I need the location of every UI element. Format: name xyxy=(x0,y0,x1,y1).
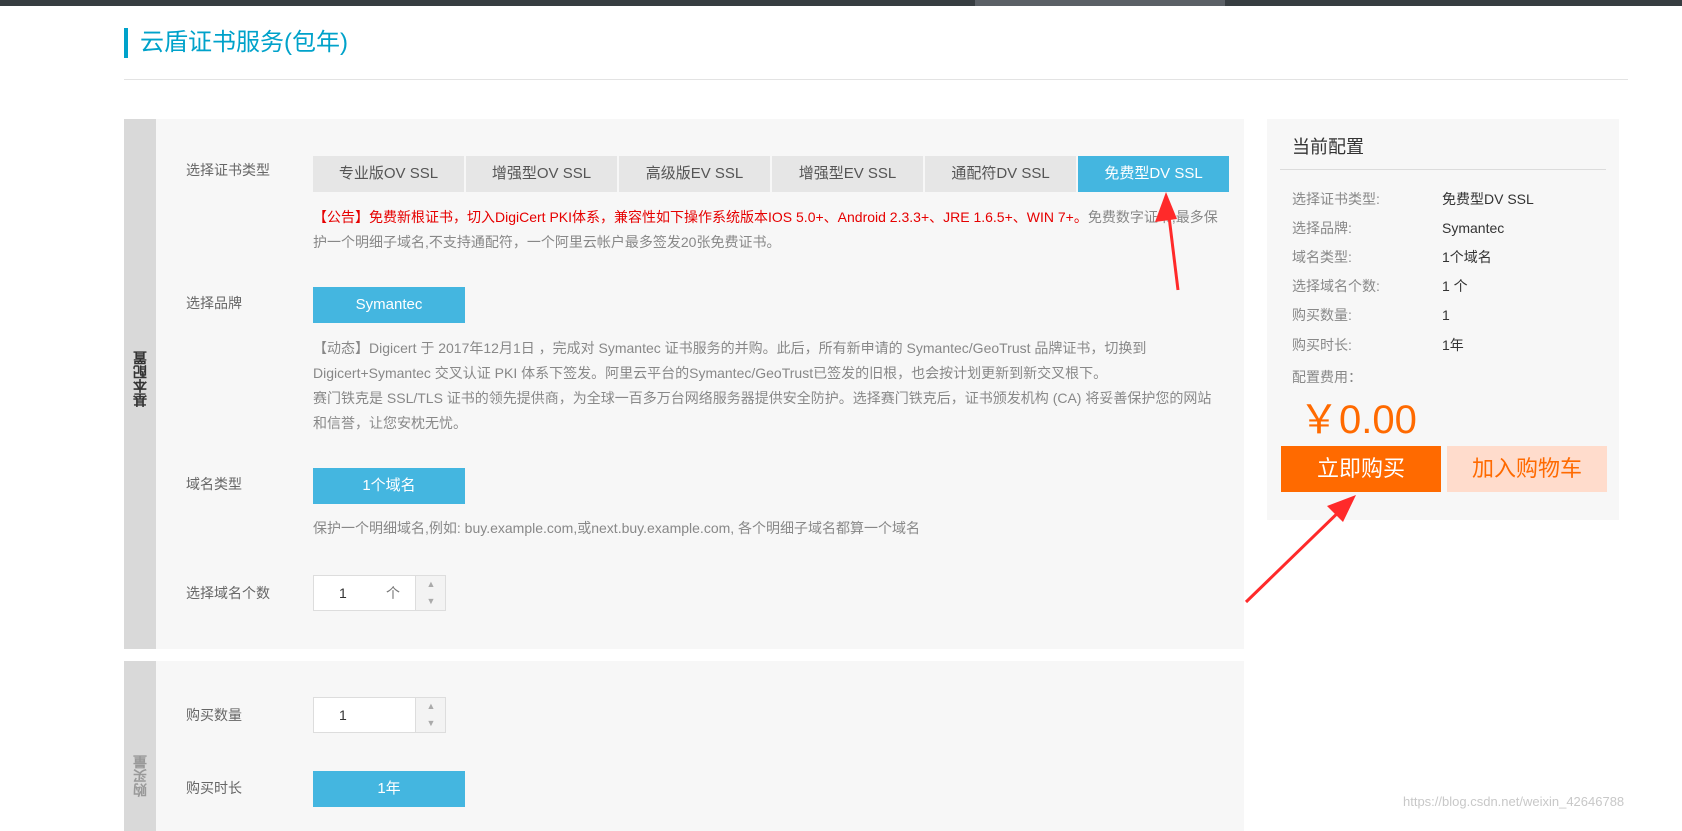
brand-option-symantec[interactable]: Symantec xyxy=(313,287,465,323)
page-title: 云盾证书服务(包年) xyxy=(124,28,348,58)
domain-type-description: 保护一个明细域名,例如: buy.example.com,或next.buy.e… xyxy=(313,520,921,536)
summary-row-domain-type: 域名类型: 1个域名 xyxy=(1292,247,1492,267)
increment-icon[interactable]: ▲ xyxy=(416,576,446,593)
cert-tab-enhanced-ov[interactable]: 增强型OV SSL xyxy=(466,156,617,192)
decrement-icon[interactable]: ▼ xyxy=(416,715,446,732)
brand-description: 【动态】Digicert 于 2017年12月1日 ，完成对 Symantec … xyxy=(313,336,1221,436)
summary-value: Symantec xyxy=(1442,220,1505,236)
summary-key: 购买数量: xyxy=(1292,307,1352,323)
domain-count-spinner[interactable]: ▲ ▼ xyxy=(415,576,445,610)
cert-tab-pro-ov[interactable]: 专业版OV SSL xyxy=(313,156,464,192)
cert-type-label: 选择证书类型 xyxy=(186,162,270,178)
basic-config-tab: 基本配置 xyxy=(124,119,156,649)
brand-description-news: 【动态】Digicert 于 2017年12月1日 ，完成对 Symantec … xyxy=(313,340,1147,381)
summary-key: 选择证书类型: xyxy=(1292,191,1380,207)
top-bar xyxy=(0,0,1682,6)
summary-key: 购买时长: xyxy=(1292,337,1352,353)
summary-value: 1 个 xyxy=(1442,278,1468,294)
qty-value[interactable]: 1 xyxy=(339,698,347,732)
summary-row-domain-count: 选择域名个数: 1 个 xyxy=(1292,276,1468,296)
brand-label: 选择品牌 xyxy=(186,295,242,311)
qty-stepper[interactable]: 1 ▲ ▼ xyxy=(313,697,446,733)
cert-tab-enhanced-ev[interactable]: 增强型EV SSL xyxy=(772,156,923,192)
basic-config-tab-label: 基本配置 xyxy=(132,351,148,407)
watermark: https://blog.csdn.net/weixin_42646788 xyxy=(1403,794,1625,809)
cert-type-tabs: 专业版OV SSL 增强型OV SSL 高级版EV SSL 增强型EV SSL … xyxy=(313,156,1231,192)
cert-tab-free-dv[interactable]: 免费型DV SSL xyxy=(1078,156,1229,192)
title-divider xyxy=(124,79,1628,80)
summary-value: 1 xyxy=(1442,307,1450,323)
quantity-panel: 购买量 xyxy=(124,661,1244,831)
increment-icon[interactable]: ▲ xyxy=(416,698,446,715)
buy-now-button[interactable]: 立即购买 xyxy=(1281,446,1441,492)
domain-count-unit: 个 xyxy=(386,585,400,601)
summary-key: 域名类型: xyxy=(1292,249,1352,265)
summary-row-cert-type: 选择证书类型: 免费型DV SSL xyxy=(1292,189,1534,209)
decrement-icon[interactable]: ▼ xyxy=(416,593,446,610)
quantity-tab: 购买量 xyxy=(124,661,156,831)
top-bar-segment xyxy=(975,0,1225,6)
summary-row-qty: 购买数量: 1 xyxy=(1292,305,1450,325)
notice-announcement: 【公告】免费新根证书，切入DigiCert PKI体系，兼容性如下操作系统版本I… xyxy=(313,209,1088,225)
summary-key: 选择品牌: xyxy=(1292,220,1352,236)
qty-label: 购买数量 xyxy=(186,707,242,723)
domain-count-value[interactable]: 1 xyxy=(339,576,347,610)
cert-notice: 【公告】免费新根证书，切入DigiCert PKI体系，兼容性如下操作系统版本I… xyxy=(313,205,1221,255)
domain-type-option[interactable]: 1个域名 xyxy=(313,468,465,504)
summary-title: 当前配置 xyxy=(1292,137,1364,157)
quantity-tab-label: 购买量 xyxy=(132,755,148,797)
summary-row-duration: 购买时长: 1年 xyxy=(1292,335,1464,355)
qty-spinner[interactable]: ▲ ▼ xyxy=(415,698,445,732)
summary-value: 1个域名 xyxy=(1442,249,1492,265)
summary-row-brand: 选择品牌: Symantec xyxy=(1292,218,1504,238)
duration-option[interactable]: 1年 xyxy=(313,771,465,807)
summary-value: 1年 xyxy=(1442,337,1464,353)
summary-key: 选择域名个数: xyxy=(1292,278,1380,294)
summary-value: 免费型DV SSL xyxy=(1442,191,1534,207)
duration-label: 购买时长 xyxy=(186,780,242,796)
current-config-summary: 当前配置 选择证书类型: 免费型DV SSL 选择品牌: Symantec 域名类型… xyxy=(1267,119,1619,520)
price: ￥0.00 xyxy=(1299,398,1417,442)
add-to-cart-button[interactable]: 加入购物车 xyxy=(1447,446,1607,492)
cert-tab-advanced-ev[interactable]: 高级版EV SSL xyxy=(619,156,770,192)
cert-tab-wildcard-dv[interactable]: 通配符DV SSL xyxy=(925,156,1076,192)
domain-count-label: 选择域名个数 xyxy=(186,585,270,601)
domain-type-label: 域名类型 xyxy=(186,476,242,492)
fee-label: 配置费用： xyxy=(1292,369,1362,385)
summary-divider xyxy=(1280,169,1606,170)
domain-count-stepper[interactable]: 1 个 ▲ ▼ xyxy=(313,575,446,611)
brand-description-intro: 赛门铁克是 SSL/TLS 证书的领先提供商，为全球一百多万台网络服务器提供安全… xyxy=(313,390,1212,431)
